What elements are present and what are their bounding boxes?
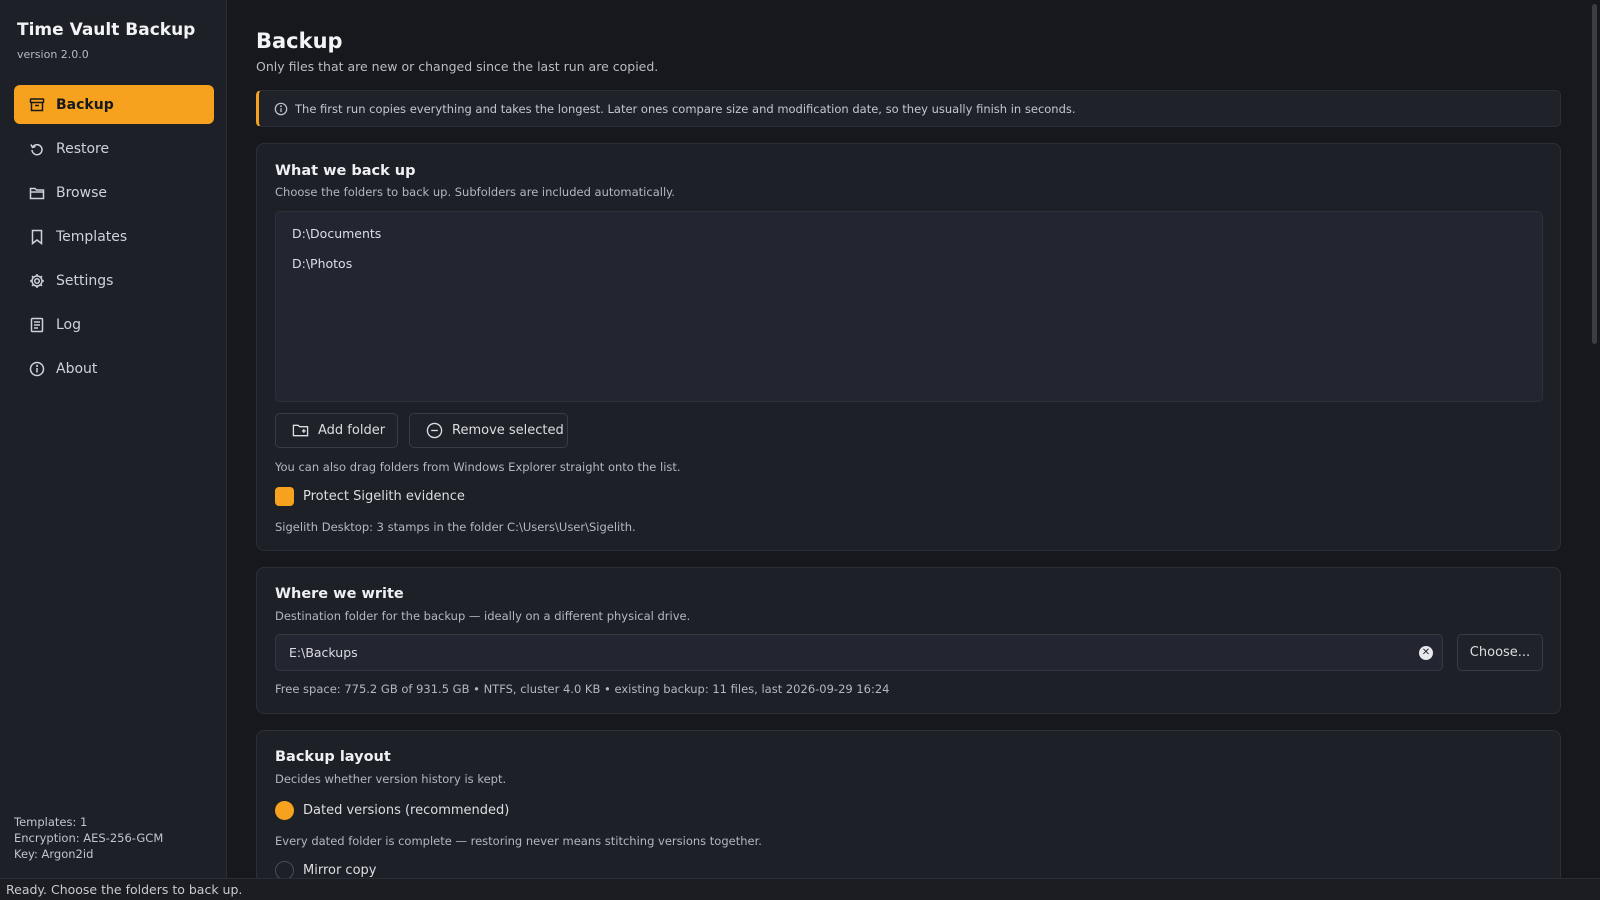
mirror-copy-label: Mirror copy xyxy=(303,863,377,878)
scrollbar[interactable] xyxy=(1588,0,1600,878)
destination-field[interactable]: E:\Backups ✕ xyxy=(275,634,1443,671)
sidebar: Time Vault Backup version 2.0.0 Backup R… xyxy=(0,0,227,878)
sidebar-item-label: Browse xyxy=(56,184,107,201)
radio-dated-versions[interactable]: Dated versions (recommended) xyxy=(275,801,509,820)
footer-templates: Templates: 1 xyxy=(14,815,88,829)
add-folder-label: Add folder xyxy=(318,423,386,438)
where-desc: Destination folder for the backup — idea… xyxy=(275,609,691,623)
bookmark-icon xyxy=(28,228,46,246)
folder-list[interactable]: D:\Documents D:\Photos xyxy=(275,211,1543,402)
protect-sigelith-label: Protect Sigelith evidence xyxy=(303,489,465,504)
app-title: Time Vault Backup xyxy=(17,20,196,40)
layout-desc: Decides whether version history is kept. xyxy=(275,772,507,786)
checkbox-checked[interactable] xyxy=(275,487,294,506)
sidebar-item-backup[interactable]: Backup xyxy=(14,85,214,124)
gear-icon xyxy=(28,272,46,290)
sidebar-item-browse[interactable]: Browse xyxy=(14,173,214,212)
page-subtitle: Only files that are new or changed since… xyxy=(256,59,659,74)
sidebar-item-log[interactable]: Log xyxy=(14,305,214,344)
folder-icon xyxy=(28,184,46,202)
sidebar-item-about[interactable]: About xyxy=(14,349,214,388)
clear-icon[interactable]: ✕ xyxy=(1419,646,1433,660)
what-title: What we back up xyxy=(275,163,416,179)
app-version: version 2.0.0 xyxy=(17,48,89,61)
list-item[interactable]: D:\Photos xyxy=(292,256,352,271)
list-item[interactable]: D:\Documents xyxy=(292,226,381,241)
sidebar-nav: Backup Restore Browse Templates Settings xyxy=(14,85,214,393)
sidebar-item-settings[interactable]: Settings xyxy=(14,261,214,300)
sidebar-item-label: Backup xyxy=(56,96,114,113)
choose-button[interactable]: Choose... xyxy=(1457,634,1543,671)
sigelith-info: Sigelith Desktop: 3 stamps in the folder… xyxy=(275,520,636,534)
free-space-info: Free space: 775.2 GB of 931.5 GB • NTFS,… xyxy=(275,682,890,696)
where-title: Where we write xyxy=(275,586,404,602)
archive-icon xyxy=(28,96,46,114)
add-folder-button[interactable]: Add folder xyxy=(275,413,398,448)
folder-add-icon xyxy=(291,422,309,440)
sidebar-item-label: About xyxy=(56,360,98,377)
minus-circle-icon xyxy=(425,422,443,440)
layout-card: Backup layout Decides whether version hi… xyxy=(256,730,1561,900)
info-banner-text: The first run copies everything and take… xyxy=(295,101,1076,116)
sidebar-item-label: Templates xyxy=(56,228,128,245)
footer-key: Key: Argon2id xyxy=(14,847,94,861)
destination-path: E:\Backups xyxy=(289,645,358,660)
layout-title: Backup layout xyxy=(275,749,391,765)
protect-sigelith-checkbox[interactable]: Protect Sigelith evidence xyxy=(275,487,465,506)
sidebar-footer: Templates: 1 Encryption: AES-256-GCM Key… xyxy=(14,814,163,862)
status-text: Ready. Choose the folders to back up. xyxy=(6,882,243,897)
info-banner: The first run copies everything and take… xyxy=(256,90,1561,127)
sidebar-item-templates[interactable]: Templates xyxy=(14,217,214,256)
sidebar-item-label: Settings xyxy=(56,272,114,289)
info-icon xyxy=(28,360,46,378)
drag-hint: You can also drag folders from Windows E… xyxy=(275,460,681,474)
where-card: Where we write Destination folder for th… xyxy=(256,567,1561,714)
log-icon xyxy=(28,316,46,334)
page-title: Backup xyxy=(256,29,343,53)
sidebar-item-label: Restore xyxy=(56,140,110,157)
dated-versions-label: Dated versions (recommended) xyxy=(303,803,510,818)
dated-versions-desc: Every dated folder is complete — restori… xyxy=(275,834,762,848)
remove-selected-button[interactable]: Remove selected xyxy=(409,413,568,448)
restore-icon xyxy=(28,140,46,158)
footer-encryption: Encryption: AES-256-GCM xyxy=(14,831,164,845)
radio-selected[interactable] xyxy=(275,801,294,820)
sidebar-item-restore[interactable]: Restore xyxy=(14,129,214,168)
sidebar-item-label: Log xyxy=(56,316,82,333)
info-icon xyxy=(274,102,288,116)
status-bar: Ready. Choose the folders to back up. xyxy=(0,878,1600,900)
scrollbar-thumb[interactable] xyxy=(1592,4,1597,344)
what-desc: Choose the folders to back up. Subfolder… xyxy=(275,185,675,199)
remove-selected-label: Remove selected xyxy=(452,423,564,438)
what-card: What we back up Choose the folders to ba… xyxy=(256,143,1561,551)
